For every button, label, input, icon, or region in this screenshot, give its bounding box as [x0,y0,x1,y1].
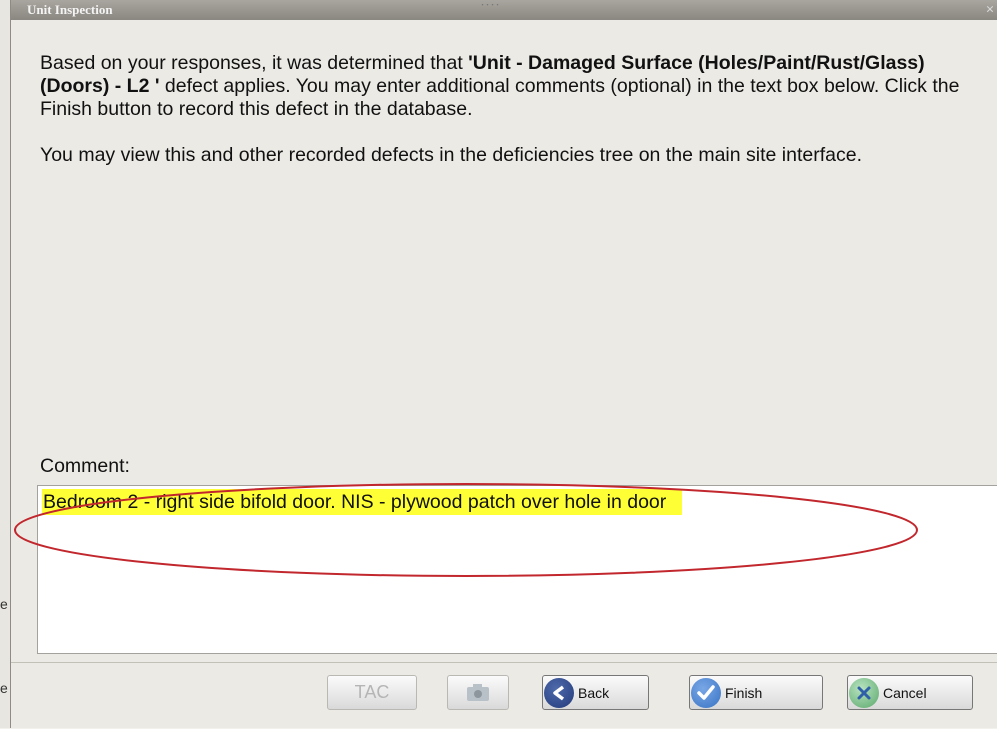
resize-grip-dots: ···· [481,0,502,10]
comment-label: Comment: [40,455,130,477]
checkmark-icon [691,677,721,708]
defect-message-paragraph: Based on your responses, it was determin… [40,52,975,121]
back-button[interactable]: Back [542,675,649,710]
cancel-button-label: Cancel [883,684,927,701]
background-text-fragment: e [0,596,8,612]
back-button-label: Back [578,684,610,701]
camera-icon [467,683,489,701]
dialog-titlebar[interactable]: Unit Inspection ···· × [11,0,997,20]
tac-button-label: TAC [354,682,390,702]
tac-button[interactable]: TAC [327,675,417,710]
finish-button[interactable]: Finish [689,675,823,710]
defect-message: Based on your responses, it was determin… [40,52,975,167]
back-arrow-icon [544,677,574,708]
cancel-x-icon [849,677,879,708]
dialog-title: Unit Inspection [27,2,113,17]
camera-button[interactable] [447,675,509,710]
comment-textarea[interactable]: Bedroom 2 - right side bifold door. NIS … [37,485,997,654]
close-icon[interactable]: × [982,1,997,19]
message-instructions-text: defect applies. You may enter additional… [40,75,960,120]
deficiencies-tree-note: You may view this and other recorded def… [40,144,862,166]
unit-inspection-dialog: Unit Inspection ···· × Based on your res… [10,0,997,728]
comment-value: Bedroom 2 - right side bifold door. NIS … [42,489,683,515]
dialog-footer: TAC Back Finish Cancel [11,662,997,729]
background-text-fragment: e [0,680,8,696]
message-intro-text: Based on your responses, it was determin… [40,52,469,74]
finish-button-label: Finish [725,684,763,701]
cancel-button[interactable]: Cancel [847,675,973,710]
